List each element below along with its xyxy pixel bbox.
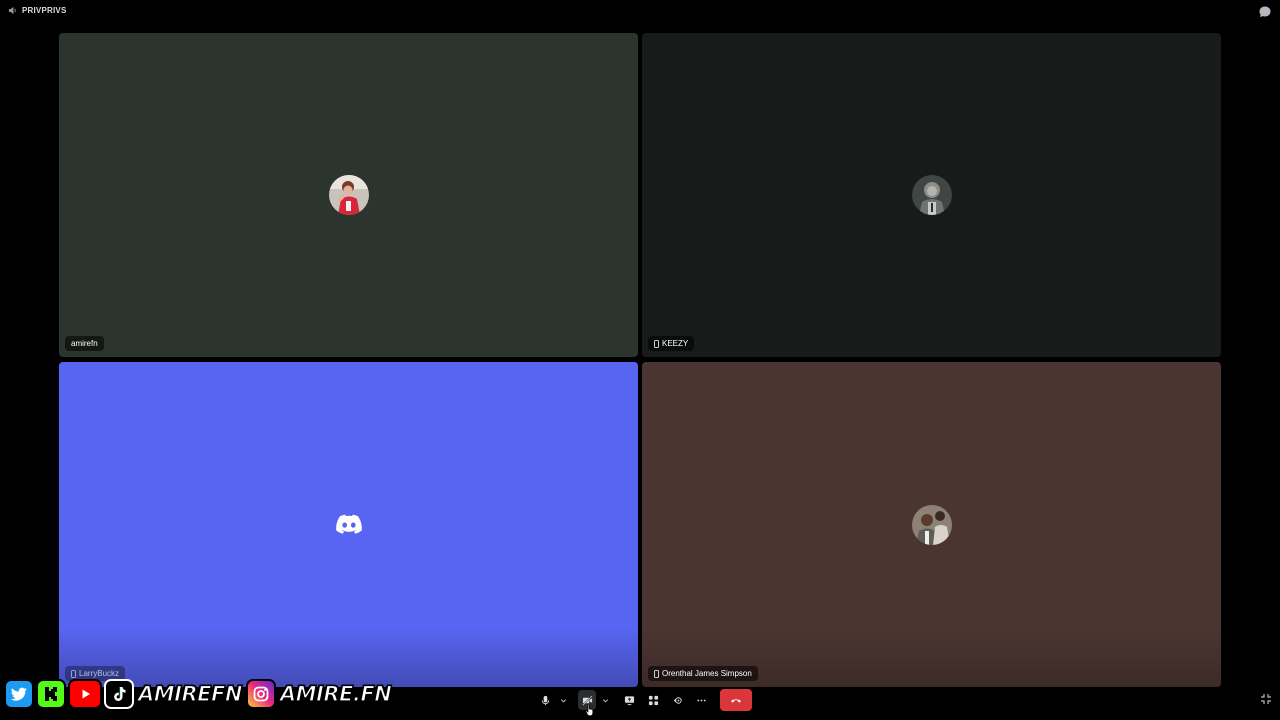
top-bar: PRIVPRIVS [0, 0, 1280, 24]
participant-name: amirefn [71, 339, 98, 348]
camera-options-button[interactable] [596, 690, 614, 710]
hang-up-icon [731, 699, 741, 703]
more-options-button[interactable] [692, 690, 710, 710]
kick-icon [36, 679, 66, 709]
social-handle: AMIREFN [137, 681, 243, 706]
participant-name-tag: Orenthal James Simpson [648, 666, 758, 681]
chevron-down-icon [560, 698, 566, 703]
participant-tile[interactable]: Orenthal James Simpson [642, 362, 1221, 687]
participant-tile[interactable]: KEEZY [642, 33, 1221, 357]
channel-name: PRIVPRIVS [22, 6, 67, 15]
mouse-cursor-icon [585, 703, 594, 717]
soundboard-icon [673, 696, 682, 704]
disconnect-button[interactable] [720, 689, 752, 711]
avatar [328, 175, 369, 215]
tiktok-icon [104, 679, 134, 709]
participant-tile[interactable]: amirefn [59, 33, 638, 357]
mobile-icon [654, 669, 659, 678]
activities-icon [648, 695, 658, 705]
avatar [911, 175, 952, 215]
more-icon [696, 699, 706, 701]
discord-default-icon [335, 514, 362, 534]
mute-button[interactable] [536, 690, 554, 710]
channel-header[interactable]: PRIVPRIVS [8, 6, 66, 15]
chat-icon[interactable] [1258, 5, 1272, 19]
participant-name: KEEZY [662, 339, 689, 348]
call-control-bar [536, 689, 752, 711]
social-handle: AMIRE.FN [279, 681, 392, 706]
twitter-icon [4, 679, 34, 709]
screen-share-button[interactable] [620, 690, 638, 710]
chevron-down-icon [602, 698, 608, 703]
avatar [911, 504, 952, 545]
participant-name-tag: KEEZY [648, 336, 695, 351]
soundboard-button[interactable] [668, 690, 686, 710]
participant-tile[interactable]: LarryBuckz [59, 362, 638, 687]
participant-name-tag: amirefn [65, 336, 104, 351]
instagram-icon [245, 679, 276, 709]
youtube-icon [68, 679, 102, 709]
exit-fullscreen-icon[interactable] [1260, 693, 1272, 705]
screen-share-icon [624, 695, 634, 705]
streamer-social-overlay: AMIREFN AMIRE.FN [4, 676, 393, 712]
participant-name: Orenthal James Simpson [662, 669, 752, 678]
mobile-icon [654, 339, 659, 348]
microphone-icon [541, 695, 549, 705]
speaker-icon [8, 6, 16, 15]
activities-button[interactable] [644, 690, 662, 710]
mic-options-button[interactable] [554, 690, 572, 710]
